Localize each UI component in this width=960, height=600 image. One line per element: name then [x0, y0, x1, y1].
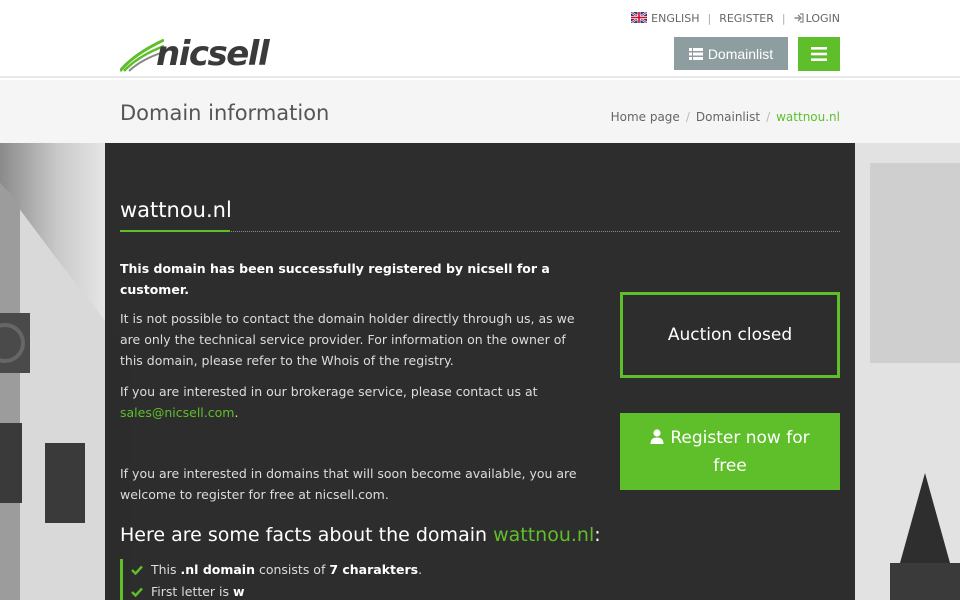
page-title-bar: Domain information Home page / Domainlis… [0, 80, 960, 143]
list-item: This .nl domain consists of 7 charakters… [131, 559, 422, 581]
login-link[interactable]: LOGIN [794, 12, 840, 25]
page-title: Domain information [120, 101, 330, 125]
top-navigation: ENGLISH | REGISTER | LOGIN [631, 12, 840, 25]
register-now-button[interactable]: Register now for free [620, 413, 840, 490]
breadcrumb-separator: / [685, 110, 690, 124]
domainlist-label: Domainlist [707, 45, 774, 62]
hamburger-menu-icon [811, 47, 827, 61]
fact-strong: 7 charakters [329, 562, 419, 577]
fact-strong: w [233, 584, 245, 599]
fact-part: . [418, 562, 423, 577]
domain-description: This domain has been successfully regist… [120, 258, 590, 515]
breadcrumb-domainlist[interactable]: Domainlist [696, 110, 760, 124]
intro-text: This domain has been successfully regist… [120, 261, 550, 297]
fact-part: First letter is [151, 584, 234, 599]
fact-text: First letter is w [151, 581, 245, 600]
breadcrumb: Home page / Domainlist / wattnou.nl [611, 110, 840, 124]
domain-info-panel: wattnou.nl This domain has been successf… [105, 143, 855, 600]
user-icon [650, 428, 664, 444]
sales-email-link[interactable]: sales@nicsell.com [120, 405, 234, 420]
domain-facts-list: This .nl domain consists of 7 charakters… [120, 559, 422, 600]
register-button-content: Register now for free [636, 424, 824, 480]
breadcrumb-current: wattnou.nl [776, 110, 840, 124]
brokerage-text-suffix: . [234, 405, 239, 420]
uk-flag-icon [631, 12, 648, 23]
login-icon [794, 13, 804, 23]
language-selector[interactable]: ENGLISH [631, 12, 700, 25]
fact-part: consists of [255, 562, 330, 577]
list-icon [688, 47, 703, 60]
holder-contact-text: It is not possible to contact the domain… [120, 311, 575, 368]
domainlist-button[interactable]: Domainlist [674, 37, 788, 70]
language-label: ENGLISH [651, 12, 700, 25]
free-register-text: If you are interested in domains that wi… [120, 466, 577, 502]
facts-heading-domain: wattnou.nl [493, 524, 595, 546]
nav-separator: | [707, 12, 712, 25]
breadcrumb-home[interactable]: Home page [611, 110, 680, 124]
fact-text: This .nl domain consists of 7 charakters… [151, 559, 422, 581]
domain-facts-heading: Here are some facts about the domain wat… [120, 524, 601, 546]
check-icon [131, 587, 143, 597]
facts-heading-prefix: Here are some facts about the domain [120, 524, 494, 546]
fact-strong: .nl domain [180, 562, 255, 577]
list-item: First letter is w [131, 581, 422, 600]
site-header: ENGLISH | REGISTER | LOGIN nicsell Domai… [0, 0, 960, 78]
auction-status-box: Auction closed [620, 292, 840, 378]
breadcrumb-separator: / [766, 110, 771, 124]
domain-name-heading: wattnou.nl [120, 198, 232, 222]
check-icon [131, 565, 143, 575]
login-label: LOGIN [805, 12, 840, 25]
heading-divider-accent [120, 230, 230, 232]
logo-text: nicsell [156, 34, 270, 74]
menu-toggle-button[interactable] [798, 37, 840, 71]
auction-status-label: Auction closed [667, 325, 793, 345]
fact-part: This [151, 562, 181, 577]
register-button-label: Register now for free [670, 427, 810, 476]
nav-separator: | [781, 12, 786, 25]
nicsell-logo[interactable]: nicsell [120, 34, 270, 74]
facts-heading-suffix: : [594, 524, 601, 546]
brokerage-text: If you are interested in our brokerage s… [120, 381, 590, 423]
register-link[interactable]: REGISTER [719, 12, 774, 25]
brokerage-text-prefix: If you are interested in our brokerage s… [120, 384, 538, 399]
